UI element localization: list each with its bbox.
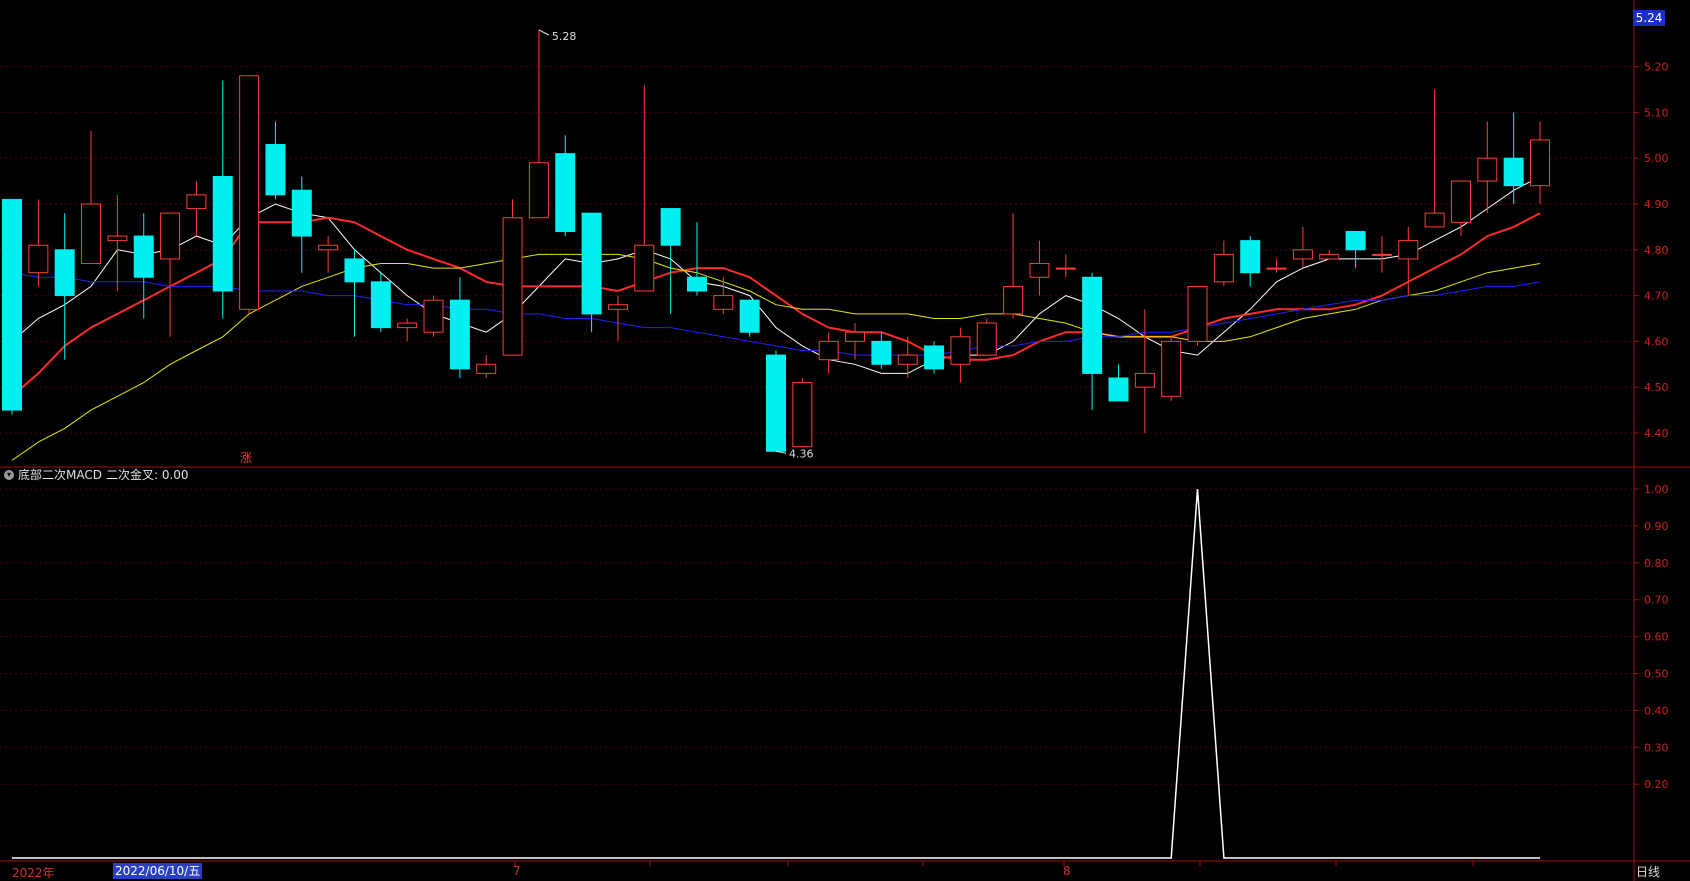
candle-body <box>1240 240 1261 274</box>
high-pointer <box>538 29 550 36</box>
indicator-tick-label: 0.20 <box>1644 778 1669 791</box>
candle-body <box>1213 253 1234 283</box>
candle-body <box>107 235 128 242</box>
candle-body <box>1477 157 1498 182</box>
candle-body <box>1029 263 1050 278</box>
price-tick-label: 4.60 <box>1644 335 1669 348</box>
candle-body <box>950 336 971 365</box>
indicator-tick-label: 0.90 <box>1644 520 1669 533</box>
candle-body <box>713 295 734 310</box>
candle-body <box>1108 377 1129 402</box>
candle-body <box>239 75 260 310</box>
candle-body <box>1082 276 1103 374</box>
candle-body <box>1055 267 1076 270</box>
candle-body <box>766 354 786 452</box>
candle-body <box>28 244 49 274</box>
candle-body <box>81 203 102 265</box>
indicator-axis: 1.00 0.90 0.80 0.70 0.60 0.50 0.40 0.30 0.20 <box>1634 483 1669 791</box>
candle-body <box>370 281 391 329</box>
candle-body <box>818 340 839 361</box>
price-tick-label: 4.40 <box>1644 427 1669 440</box>
candle-body <box>924 345 945 370</box>
period-button[interactable]: 日线 <box>1636 863 1660 880</box>
candle-body <box>1266 267 1287 270</box>
candle-body <box>976 322 997 356</box>
candle-body <box>1371 253 1392 256</box>
candle-body <box>1319 253 1340 260</box>
candle-body <box>1134 372 1155 388</box>
candle-body <box>1187 285 1208 342</box>
candle-body <box>186 194 207 210</box>
candle-body <box>845 331 866 342</box>
rise-marker: 涨 <box>240 451 253 465</box>
candle-body <box>291 189 312 237</box>
candle-body <box>212 176 233 292</box>
price-axis: 5.20 5.10 5.00 4.90 4.80 4.70 4.60 4.50 4.40 <box>1634 61 1669 440</box>
candle-body <box>897 354 918 365</box>
candle-body <box>739 299 760 333</box>
price-tick-label: 4.90 <box>1644 198 1669 211</box>
candle-body <box>423 299 444 333</box>
candle-body <box>555 153 576 232</box>
candle-body <box>344 258 365 283</box>
candle-body <box>871 340 892 365</box>
indicator-tick-label: 0.50 <box>1644 668 1669 681</box>
indicator-tick-label: 0.60 <box>1644 631 1669 644</box>
price-tick-label: 5.20 <box>1644 61 1669 74</box>
candle-body <box>476 363 497 374</box>
candle-body <box>1345 230 1366 251</box>
candle-body <box>686 276 707 292</box>
low-label: 4.36 <box>789 447 814 460</box>
price-tick-label: 5.00 <box>1644 152 1669 165</box>
month-label-7: 7 <box>513 864 521 878</box>
indicator-tick-label: 0.40 <box>1644 704 1669 717</box>
price-tick-label: 4.70 <box>1644 290 1669 303</box>
indicator-tick-label: 0.80 <box>1644 557 1669 570</box>
candle-body <box>1292 249 1313 260</box>
candle-body <box>1424 212 1445 228</box>
year-label: 2022年 <box>12 866 55 880</box>
price-tick-label: 5.10 <box>1644 106 1669 119</box>
candle-body <box>1003 285 1024 315</box>
indicator-tick-label: 0.70 <box>1644 594 1669 607</box>
candle-body <box>1398 240 1419 260</box>
candle-body <box>634 244 655 292</box>
candle-body <box>54 249 75 297</box>
kline-chart[interactable]: 5.20 5.10 5.00 4.90 4.80 4.70 4.60 4.50 4.40 1.0… <box>0 0 1690 881</box>
indicator-header: ▾ 底部二次MACD 二次金叉: 0.00 <box>4 466 189 483</box>
indicator-value: 二次金叉: 0.00 <box>105 468 189 482</box>
indicator-name: 底部二次MACD <box>18 468 102 482</box>
price-tick-label: 4.80 <box>1644 244 1669 257</box>
price-tick-label: 4.50 <box>1644 381 1669 394</box>
candle-body <box>1161 340 1182 397</box>
current-price-badge: 5.24 <box>1633 10 1665 26</box>
candle-body <box>660 208 681 246</box>
candle-body <box>528 162 549 219</box>
candle-body <box>1530 139 1550 187</box>
month-label-8: 8 <box>1063 864 1071 878</box>
candle-body <box>449 299 470 370</box>
selected-date[interactable]: 2022/06/10/五 <box>113 863 203 879</box>
candlesticks <box>2 30 1550 452</box>
indicator-tick-label: 1.00 <box>1644 483 1669 496</box>
candle-body <box>1450 180 1471 223</box>
candle-body <box>2 198 22 411</box>
chevron-down-icon[interactable]: ▾ <box>4 469 14 480</box>
candle-body <box>318 244 339 251</box>
candle-body <box>397 322 418 329</box>
candle-body <box>133 235 154 278</box>
candle-body <box>581 212 602 315</box>
indicator-tick-label: 0.30 <box>1644 741 1669 754</box>
candle-body <box>502 217 523 356</box>
candle-body <box>607 304 628 310</box>
candle-body <box>160 212 181 260</box>
candle-body <box>265 143 286 196</box>
high-label: 5.28 <box>552 30 577 43</box>
candle-body <box>792 382 813 448</box>
candle-body <box>1503 157 1524 187</box>
